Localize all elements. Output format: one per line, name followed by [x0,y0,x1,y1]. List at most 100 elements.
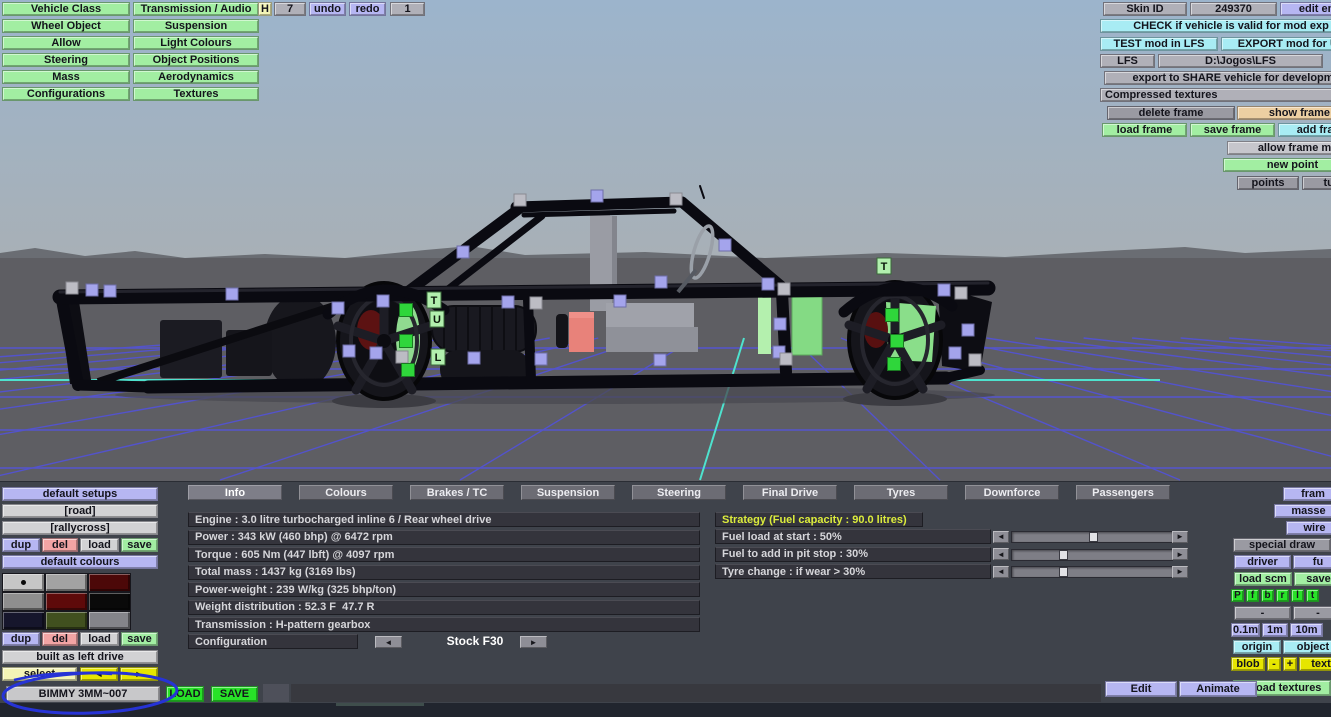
skin-id-value[interactable]: 249370 [1190,2,1277,16]
menu-configurations[interactable]: Configurations [2,87,130,101]
save-scm-button[interactable]: save [1294,572,1331,586]
slider-thumb[interactable] [1058,549,1068,560]
edit-handle[interactable] [501,295,515,309]
export-share-button[interactable]: export to SHARE vehicle for developm [1104,71,1331,85]
text-button[interactable]: text [1299,657,1331,671]
minus-button-1[interactable]: - [1234,606,1291,620]
lfs-button[interactable]: LFS [1100,54,1155,68]
colour-swatch[interactable] [2,573,45,592]
edit-handle[interactable] [395,350,409,364]
masses-button[interactable]: masse [1274,504,1331,518]
save-button[interactable]: save [121,538,158,552]
tab-passengers[interactable]: Passengers [1076,485,1170,500]
colour-swatch[interactable] [88,611,131,630]
edit-handle[interactable] [85,283,99,297]
colour-swatch[interactable] [45,611,88,630]
redo-button[interactable]: redo [349,2,386,16]
edit-handle[interactable] [937,283,951,297]
edit-handle[interactable] [779,352,793,366]
del-button[interactable]: del [42,632,78,646]
menu-wheel-object[interactable]: Wheel Object [2,19,130,33]
skin-id-label[interactable]: Skin ID [1103,2,1187,16]
driver-button[interactable]: driver [1234,555,1291,569]
colour-swatch[interactable] [88,573,131,592]
origin-button[interactable]: origin [1233,640,1281,654]
object-button[interactable]: object [1283,640,1331,654]
save-button[interactable]: save [121,632,158,646]
del-button[interactable]: del [42,538,78,552]
export-mod-button[interactable]: EXPORT mod for UP [1221,37,1331,51]
scale-0_1m-button[interactable]: 0.1m [1231,623,1260,637]
edit-handle[interactable] [529,296,543,310]
setup-item[interactable]: [road] [2,504,158,518]
history-toggle-button[interactable]: H [258,2,272,16]
edit-handle[interactable] [968,353,982,367]
allow-frame-button[interactable]: allow frame m [1227,141,1331,155]
edit-handle[interactable] [954,286,968,300]
slider-track[interactable] [1011,531,1173,543]
menu-allow[interactable]: Allow [2,36,130,50]
compressed-textures-button[interactable]: Compressed textures [1100,88,1331,102]
menu-transmission-audio[interactable]: Transmission / Audio [133,2,259,16]
select-next-button[interactable]: ► [120,667,158,681]
tab-colours[interactable]: Colours [299,485,393,500]
vehicle-name-button[interactable]: BIMMY 3MM~007 [6,686,160,702]
tab-downforce[interactable]: Downforce [965,485,1059,500]
special-draw-button[interactable]: special draw [1233,538,1331,552]
delete-frame-button[interactable]: delete frame [1107,106,1235,120]
draw-letter-f-button[interactable]: f [1246,589,1259,602]
edit-handle[interactable] [401,363,415,377]
slider-increase-button[interactable]: ► [1172,565,1188,578]
check-vehicle-button[interactable]: CHECK if vehicle is valid for mod exp [1100,19,1331,33]
load-frame-button[interactable]: load frame [1102,123,1187,137]
draw-letter-r-button[interactable]: r [1276,589,1289,602]
tab-brakes-tc[interactable]: Brakes / TC [410,485,504,500]
tubes-button[interactable]: tub [1302,176,1331,190]
dup-button[interactable]: dup [2,632,40,646]
lfs-path[interactable]: D:\Jogos\LFS [1158,54,1323,68]
tab-info[interactable]: Info [188,485,282,500]
edit-handle[interactable] [467,351,481,365]
edit-handle[interactable] [103,284,117,298]
blob-minus-button[interactable]: - [1267,657,1281,671]
colour-swatch[interactable] [88,592,131,611]
slider-track[interactable] [1011,566,1173,578]
edit-handle[interactable] [534,352,548,366]
edit-handle[interactable] [513,193,527,207]
slider-decrease-button[interactable]: ◄ [993,530,1009,543]
edit-handle[interactable] [65,281,79,295]
colour-swatch[interactable] [2,592,45,611]
select-prev-button[interactable]: ◄ [80,667,118,681]
test-mod-button[interactable]: TEST mod in LFS [1100,37,1218,51]
load-vehicle-button[interactable]: LOAD [166,686,204,702]
edit-handle[interactable] [590,189,604,203]
edit-handle[interactable] [342,344,356,358]
frames-button[interactable]: fram [1283,487,1331,501]
load-button[interactable]: load [80,632,119,646]
undo-button[interactable]: undo [309,2,346,16]
show-frame-button[interactable]: show frame [1237,106,1331,120]
draw-letter-t-button[interactable]: t [1306,589,1319,602]
blob-plus-button[interactable]: + [1283,657,1297,671]
menu-light-colours[interactable]: Light Colours [133,36,259,50]
slider-increase-button[interactable]: ► [1172,548,1188,560]
tab-suspension[interactable]: Suspension [521,485,615,500]
edit-handle[interactable] [761,277,775,291]
tab-final-drive[interactable]: Final Drive [743,485,837,500]
tab-steering[interactable]: Steering [632,485,726,500]
edit-handle[interactable] [961,323,975,337]
minus-button-2[interactable]: - [1293,606,1331,620]
edit-handle[interactable] [777,282,791,296]
menu-suspension[interactable]: Suspension [133,19,259,33]
edit-handle[interactable] [885,308,899,322]
edit-handle[interactable] [369,346,383,360]
scale-10m-button[interactable]: 10m [1290,623,1323,637]
menu-aerodynamics[interactable]: Aerodynamics [133,70,259,84]
menu-textures[interactable]: Textures [133,87,259,101]
wire-button[interactable]: wire [1286,521,1331,535]
default-setups-button[interactable]: default setups [2,487,158,501]
add-frame-button[interactable]: add fram [1278,123,1331,137]
draw-letter-b-button[interactable]: b [1261,589,1274,602]
menu-object-positions[interactable]: Object Positions [133,53,259,67]
slider-thumb[interactable] [1058,567,1068,577]
